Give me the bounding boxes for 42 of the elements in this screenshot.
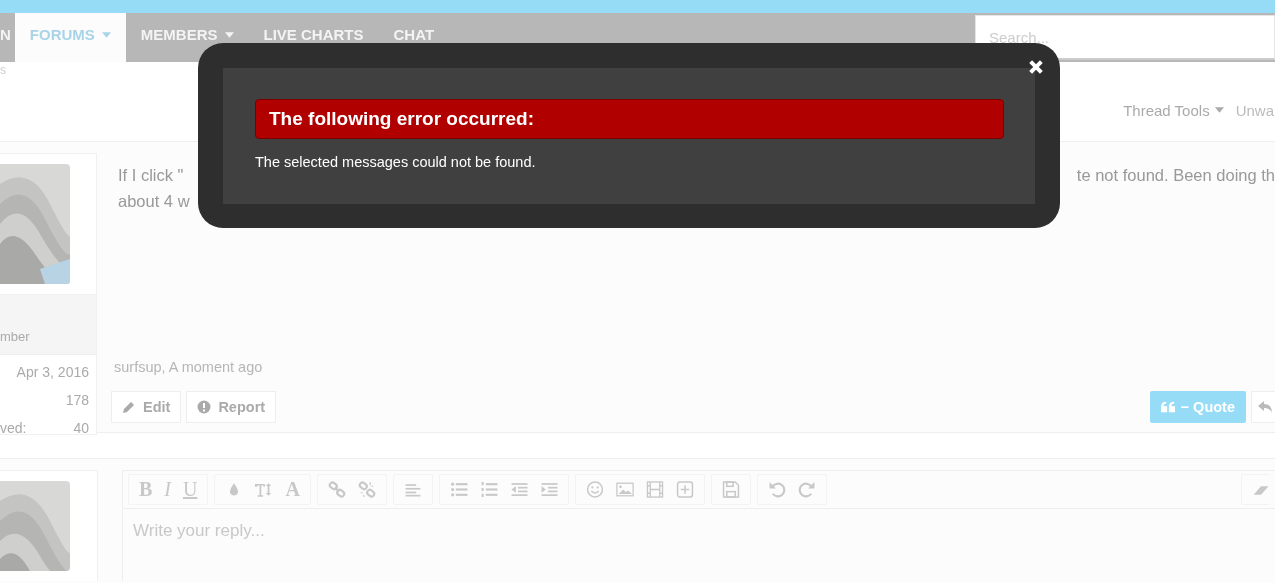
save-icon[interactable] <box>721 481 740 498</box>
reply-button[interactable] <box>1251 391 1275 423</box>
link-icon[interactable] <box>327 481 346 498</box>
reply-arrow-icon <box>1258 400 1272 414</box>
stat-label: ved: <box>0 419 27 438</box>
nav-tab[interactable]: FORUMS <box>14 13 126 62</box>
insert-icon[interactable] <box>675 481 694 498</box>
quote-button[interactable]: − Quote <box>1149 391 1246 423</box>
caret-icon <box>224 31 234 38</box>
post-meta: surfsup, A moment ago <box>113 359 264 375</box>
smiley-icon[interactable] <box>585 481 604 498</box>
report-button[interactable]: Report <box>186 391 277 423</box>
nav-tab[interactable]: N <box>0 13 15 62</box>
stat-value: Apr 3, 2016 <box>16 363 89 382</box>
error-message: The selected messages could not be found. <box>255 154 537 170</box>
post-text: te not found. Been doing th <box>1076 165 1275 186</box>
exclamation-icon <box>197 400 212 414</box>
thread-action-link[interactable]: Thread Tools <box>1123 101 1224 119</box>
outdent-icon[interactable] <box>509 481 528 498</box>
image-icon[interactable] <box>615 481 634 498</box>
caret-icon <box>1214 107 1224 113</box>
numbered-list-icon[interactable] <box>479 481 498 498</box>
thread-action-link[interactable]: Unwa <box>1235 101 1274 119</box>
quote-icon <box>1160 400 1175 414</box>
nav-tab[interactable]: MEMBERS <box>125 13 249 62</box>
text-size-icon[interactable] <box>255 481 274 498</box>
bullet-list-icon[interactable] <box>449 481 468 498</box>
stat-value: 178 <box>65 391 89 410</box>
indent-icon[interactable] <box>539 481 558 498</box>
post-text: about 4 w <box>118 191 190 212</box>
post-text: If I click " <box>118 165 184 186</box>
pencil-icon <box>122 400 136 414</box>
align-left-icon[interactable] <box>403 481 422 498</box>
film-icon[interactable] <box>645 481 664 498</box>
stat-value: 40 <box>73 419 89 438</box>
caret-icon <box>101 31 111 38</box>
edit-button[interactable]: Edit <box>111 391 182 423</box>
user-title: mber <box>0 329 30 344</box>
unlink-icon[interactable] <box>357 481 376 498</box>
error-title: The following error occurred: <box>255 99 1004 139</box>
redo-icon[interactable] <box>797 481 816 498</box>
undo-icon[interactable] <box>767 481 786 498</box>
